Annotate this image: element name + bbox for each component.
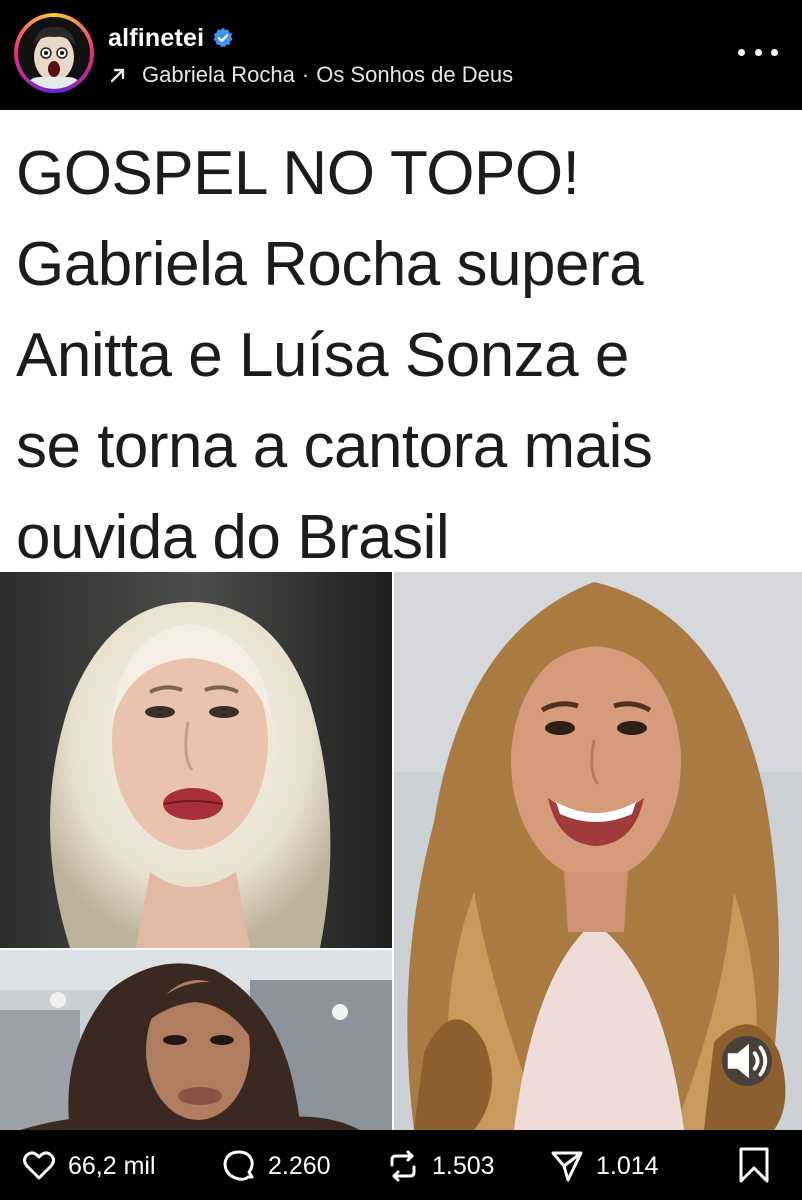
- photo-smiling-woman: [394, 572, 802, 1130]
- post-headline: GOSPEL NO TOPO! Gabriela Rocha supera An…: [16, 139, 653, 572]
- like-button[interactable]: 66,2 mil: [22, 1148, 156, 1184]
- repost-count: 1.503: [432, 1151, 495, 1180]
- repost-icon: [390, 1150, 416, 1182]
- post-header: alfinetei Gabriela Rocha · Os Sonhos de …: [0, 0, 802, 110]
- comment-button[interactable]: 2.260: [222, 1148, 331, 1184]
- photo-brunette-woman: [0, 950, 392, 1130]
- music-artist: Gabriela Rocha: [142, 62, 295, 87]
- action-bar: 66,2 mil 2.260 1.503 1.014: [0, 1130, 802, 1200]
- post-media[interactable]: GOSPEL NO TOPO! Gabriela Rocha supera An…: [0, 110, 802, 1130]
- comment-icon: [223, 1150, 254, 1181]
- volume-icon[interactable]: [722, 1036, 772, 1086]
- bookmark-icon[interactable]: [736, 1146, 772, 1184]
- music-track: Os Sonhos de Deus: [316, 62, 514, 87]
- photo-blonde-woman: [0, 572, 392, 948]
- avatar[interactable]: [18, 17, 90, 89]
- music-attribution[interactable]: Gabriela Rocha · Os Sonhos de Deus: [108, 60, 513, 90]
- share-icon: [551, 1151, 583, 1182]
- trending-arrow-icon: [110, 68, 125, 83]
- comment-count: 2.260: [268, 1151, 331, 1180]
- username-row: alfinetei: [108, 22, 234, 54]
- repost-button[interactable]: 1.503: [386, 1148, 495, 1184]
- verified-badge-icon: [213, 27, 233, 48]
- username[interactable]: alfinetei: [108, 24, 204, 53]
- heart-icon: [23, 1151, 55, 1180]
- share-count: 1.014: [596, 1151, 659, 1180]
- share-button[interactable]: 1.014: [550, 1148, 659, 1184]
- story-ring[interactable]: [14, 13, 94, 93]
- music-separator: ·: [301, 62, 310, 87]
- like-count[interactable]: 66,2 mil: [68, 1152, 156, 1181]
- more-options-icon[interactable]: [738, 40, 778, 64]
